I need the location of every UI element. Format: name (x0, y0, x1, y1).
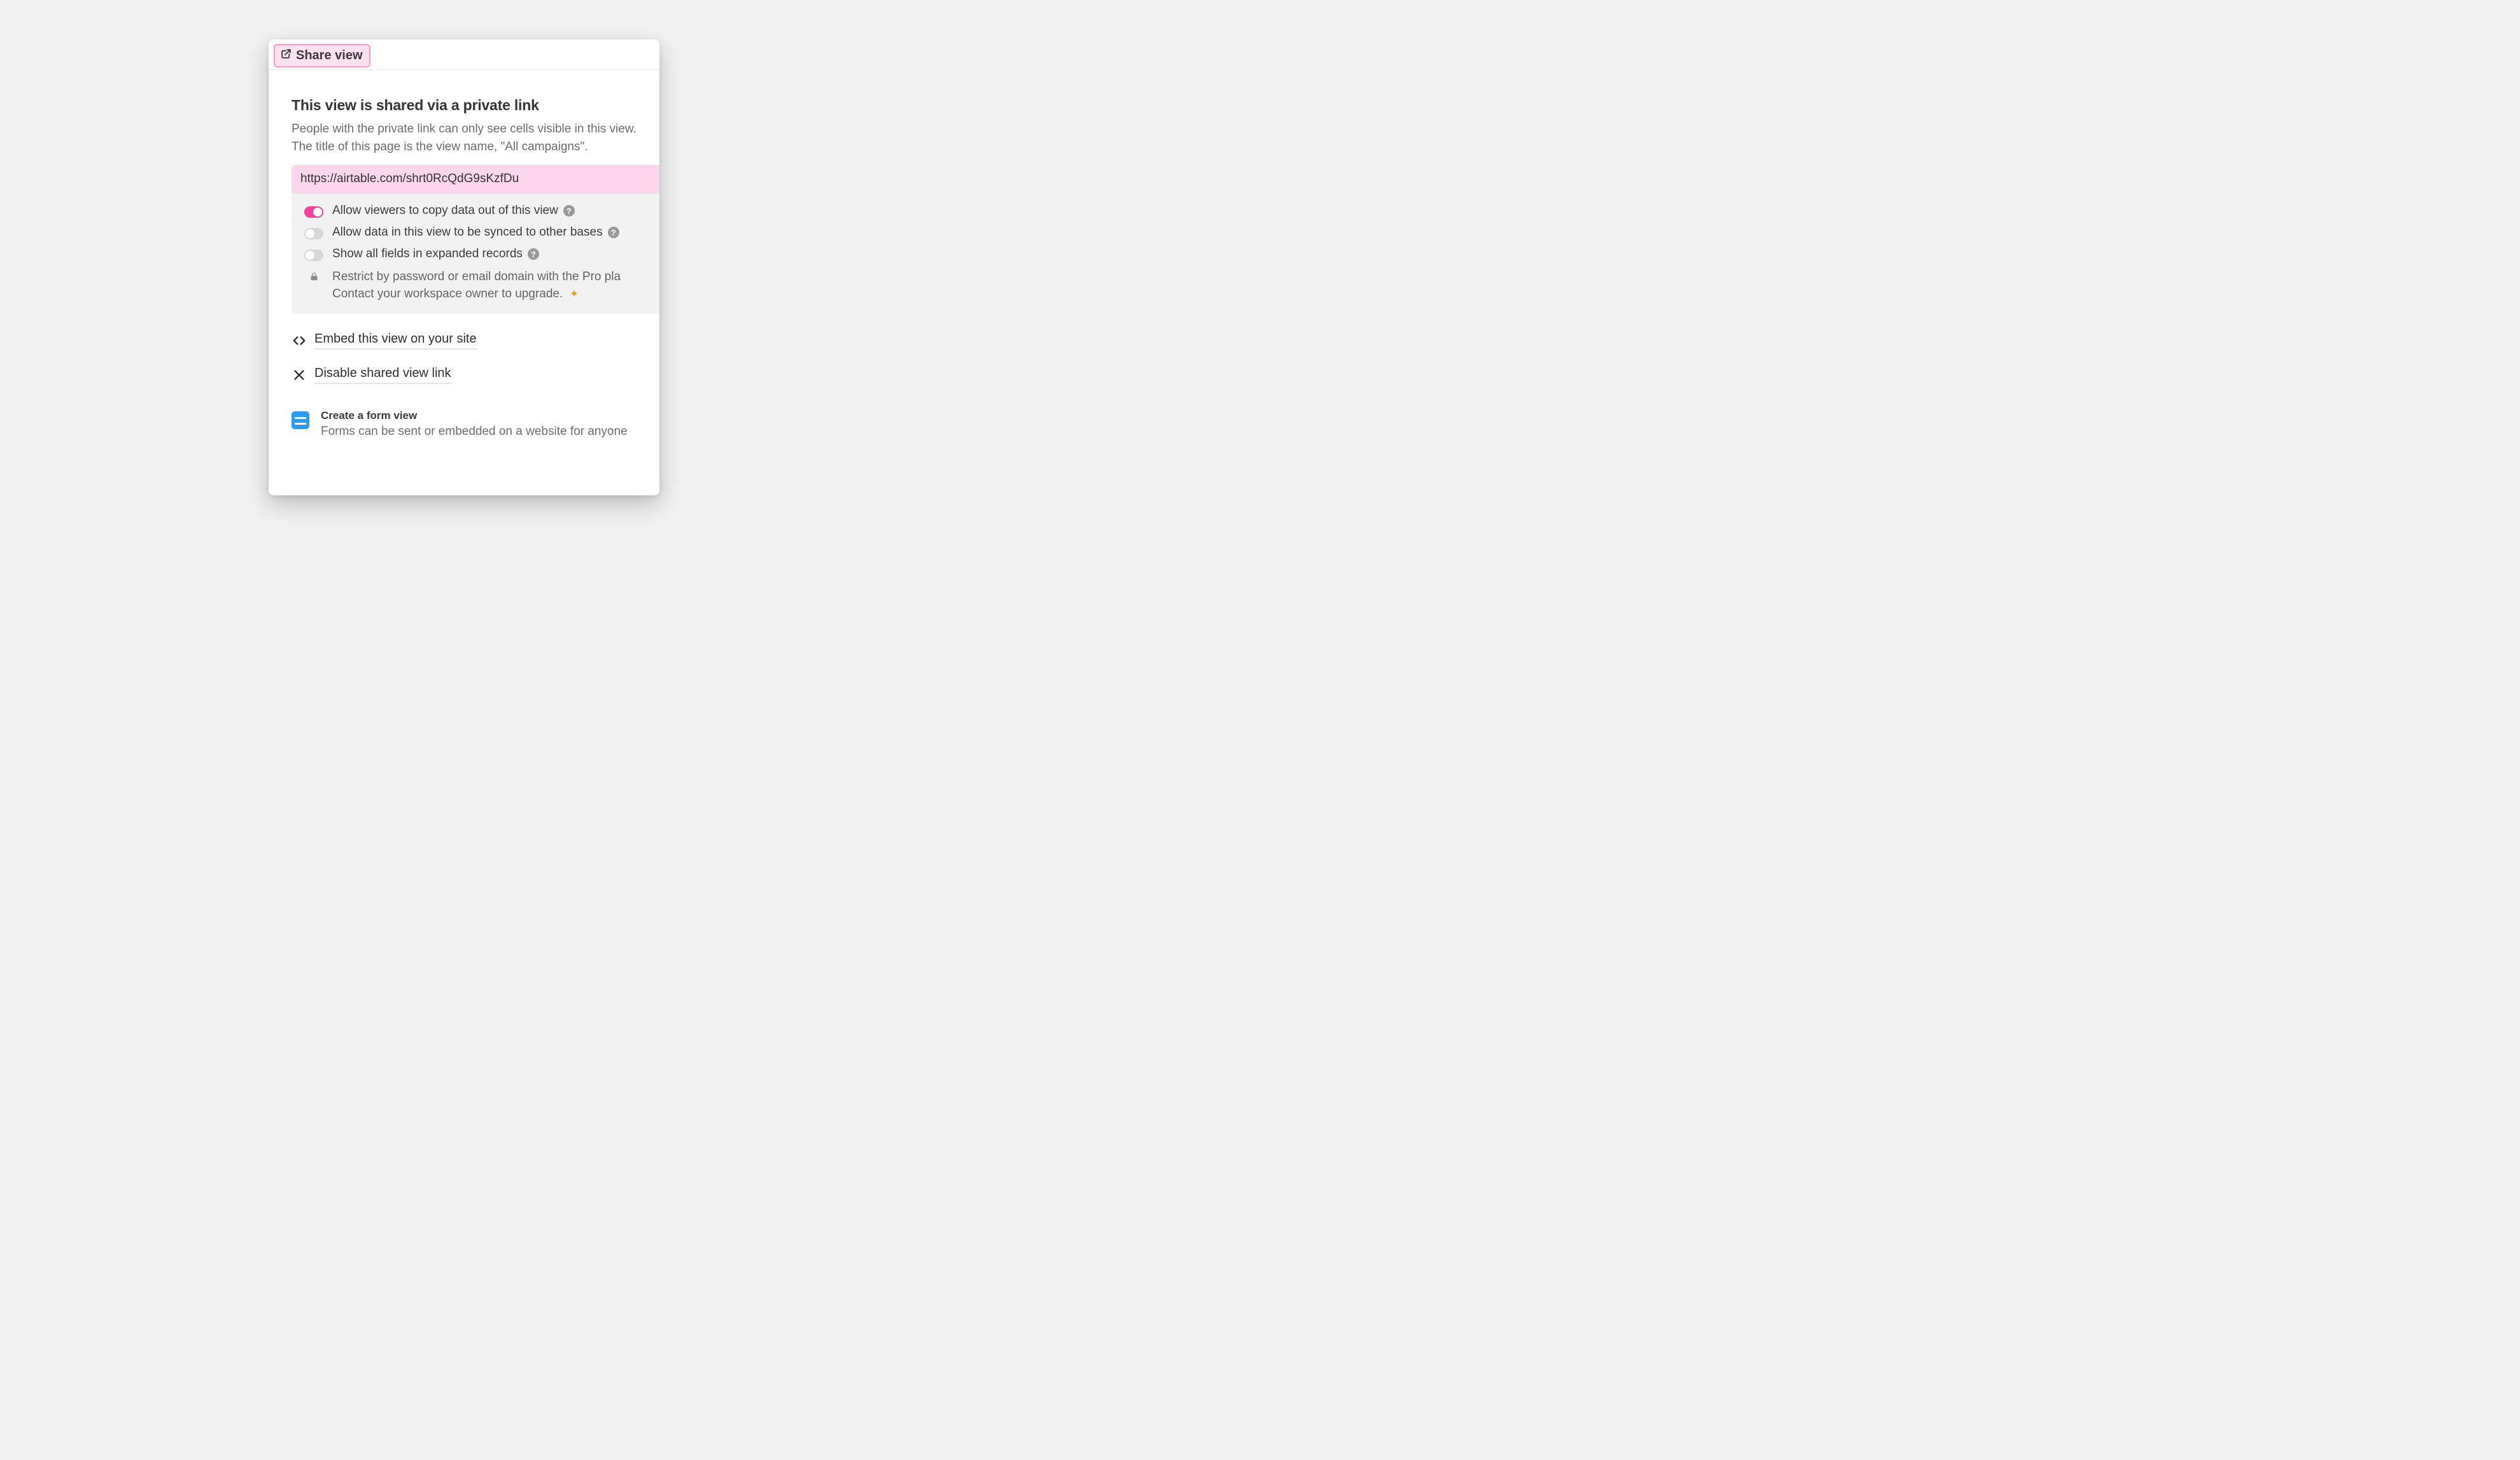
option-allow-sync: Allow data in this view to be synced to … (304, 225, 659, 239)
share-url-text: https://airtable.com/shrt0RcQdG9sKzfDu (300, 172, 519, 185)
external-link-icon (280, 48, 292, 63)
panel-heading: This view is shared via a private link (292, 97, 659, 114)
form-icon (292, 411, 309, 429)
tabbar: Share view (269, 39, 659, 70)
embed-view-label: Embed this view on your site (314, 332, 477, 350)
close-icon (292, 368, 307, 382)
embed-view-link[interactable]: Embed this view on your site (292, 332, 659, 350)
share-view-tab[interactable]: Share view (274, 44, 370, 67)
option-restrict-text: Restrict by password or email domain wit… (332, 270, 621, 301)
create-form-desc: Forms can be sent or embedded on a websi… (321, 425, 628, 439)
option-show-all-fields-label: Show all fields in expanded records (332, 247, 523, 261)
share-url[interactable]: https://airtable.com/shrt0RcQdG9sKzfDu (292, 165, 659, 194)
sparkle-icon: ✦ (570, 288, 579, 300)
option-allow-copy-label: Allow viewers to copy data out of this v… (332, 204, 558, 218)
share-options: Allow viewers to copy data out of this v… (292, 194, 659, 314)
lock-icon (309, 271, 319, 285)
share-view-panel: Share view This view is shared via a pri… (269, 39, 659, 495)
disable-link-label: Disable shared view link (314, 366, 451, 384)
option-allow-sync-label: Allow data in this view to be synced to … (332, 225, 603, 239)
option-show-all-fields: Show all fields in expanded records ? (304, 247, 659, 261)
disable-link[interactable]: Disable shared view link (292, 366, 659, 384)
create-form-title: Create a form view (321, 409, 628, 422)
panel-body: This view is shared via a private link P… (269, 70, 659, 439)
option-restrict: Restrict by password or email domain wit… (304, 269, 659, 302)
toggle-allow-sync[interactable] (304, 228, 323, 239)
help-icon[interactable]: ? (528, 248, 539, 260)
create-form-view[interactable]: Create a form view Forms can be sent or … (292, 409, 659, 439)
code-icon (292, 334, 307, 348)
help-icon[interactable]: ? (563, 205, 575, 216)
share-view-tab-label: Share view (296, 48, 363, 63)
toggle-allow-copy[interactable] (304, 206, 323, 218)
help-icon[interactable]: ? (608, 227, 619, 238)
option-allow-copy: Allow viewers to copy data out of this v… (304, 204, 659, 218)
panel-description: People with the private link can only se… (292, 120, 659, 156)
toggle-show-all-fields[interactable] (304, 250, 323, 261)
